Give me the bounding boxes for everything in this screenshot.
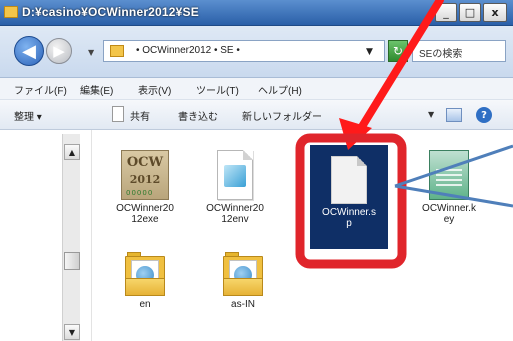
ocw-app-icon: OCW 2012 00000 — [121, 150, 169, 200]
folder-en[interactable]: en — [106, 252, 184, 310]
file-label: OCWinner.k ey — [410, 203, 488, 225]
file-label-line: 12env — [221, 214, 249, 225]
file-label-line: ey — [443, 214, 455, 225]
icon-label: 00000 — [126, 189, 154, 197]
address-bar[interactable]: • OCWinner2012 • SE • — [103, 40, 385, 62]
file-ocwinner2012env[interactable]: OCWinner20 12env — [196, 150, 274, 225]
address-dropdown-icon[interactable]: ▼ — [366, 47, 373, 57]
icon-label: OCW — [126, 155, 164, 170]
title-bar[interactable]: D:¥casino¥OCWinner2012¥SE _ □ x — [0, 0, 513, 26]
blank-file-icon — [331, 156, 367, 204]
file-label: OCWinner.s p — [310, 207, 388, 229]
folder-icon — [223, 252, 263, 296]
back-icon[interactable]: ◀ — [14, 36, 44, 66]
icon-label: 2012 — [129, 173, 161, 186]
share-button[interactable]: 共有 — [130, 108, 150, 123]
file-label-line: OCWinner20 — [206, 203, 264, 214]
menu-edit[interactable]: 編集(E) — [80, 82, 113, 97]
command-bar: 整理 ▾ 共有 書き込む 新しいフォルダー ▼ ? — [0, 100, 513, 130]
window-controls: _ □ x — [435, 3, 507, 22]
preview-pane-icon[interactable] — [446, 108, 462, 122]
file-ocwinner-sp[interactable]: OCWinner.s p — [310, 156, 388, 229]
file-label: OCWinner20 12exe — [106, 203, 184, 225]
folder-icon — [125, 252, 165, 296]
file-label-line: OCWinner20 — [116, 203, 174, 214]
file-list: OCW 2012 00000 OCWinner20 12exe OCWinner… — [92, 130, 513, 341]
menu-view[interactable]: 表示(V) — [138, 82, 171, 97]
navigation-bar: ◀ ▶ ▼ • OCWinner2012 • SE • ▼ ↻ SEの検索 — [0, 26, 513, 78]
explorer-window: D:¥casino¥OCWinner2012¥SE _ □ x ◀ ▶ ▼ • … — [0, 0, 513, 341]
file-label-line: p — [346, 218, 352, 229]
navigation-scrollbar[interactable]: ▲ ▼ — [62, 134, 80, 341]
new-folder-button[interactable]: 新しいフォルダー — [242, 108, 322, 123]
close-button[interactable]: x — [483, 3, 507, 22]
file-label: OCWinner20 12env — [196, 203, 274, 225]
burn-button[interactable]: 書き込む — [178, 108, 218, 123]
folder-as-in[interactable]: as-IN — [204, 252, 282, 310]
file-ocwinner-key[interactable]: OCWinner.k ey — [410, 150, 488, 225]
file-label-line: 12exe — [131, 214, 159, 225]
scroll-down-icon[interactable]: ▼ — [64, 324, 80, 340]
address-path[interactable]: • OCWinner2012 • SE • — [136, 45, 240, 56]
folder-icon — [110, 45, 124, 57]
file-label: en — [139, 299, 151, 310]
folder-icon — [4, 6, 18, 18]
menu-tools[interactable]: ツール(T) — [196, 82, 239, 97]
window-title: D:¥casino¥OCWinner2012¥SE — [22, 5, 199, 19]
view-dropdown-icon[interactable]: ▼ — [428, 110, 434, 119]
organize-button[interactable]: 整理 ▾ — [14, 108, 42, 123]
minimize-button[interactable]: _ — [435, 3, 457, 22]
image-file-icon — [217, 150, 253, 200]
file-label-line: OCWinner.k — [422, 203, 476, 214]
forward-icon[interactable]: ▶ — [46, 38, 72, 64]
menu-help[interactable]: ヘルプ(H) — [258, 82, 302, 97]
help-icon[interactable]: ? — [476, 107, 492, 123]
scroll-up-icon[interactable]: ▲ — [64, 144, 80, 160]
key-file-icon — [429, 150, 469, 200]
file-label-line: OCWinner.s — [322, 207, 376, 218]
file-label: as-IN — [231, 299, 255, 310]
page-icon — [112, 106, 124, 122]
search-input[interactable]: SEの検索 — [412, 40, 506, 62]
history-dropdown-icon[interactable]: ▼ — [88, 48, 94, 57]
menu-bar: ファイル(F) 編集(E) 表示(V) ツール(T) ヘルプ(H) — [0, 78, 513, 100]
file-ocwinner2012exe[interactable]: OCW 2012 00000 OCWinner20 12exe — [106, 150, 184, 225]
scroll-thumb[interactable] — [64, 252, 80, 270]
menu-file[interactable]: ファイル(F) — [14, 82, 67, 97]
refresh-icon[interactable]: ↻ — [388, 40, 408, 62]
maximize-button[interactable]: □ — [459, 3, 481, 22]
